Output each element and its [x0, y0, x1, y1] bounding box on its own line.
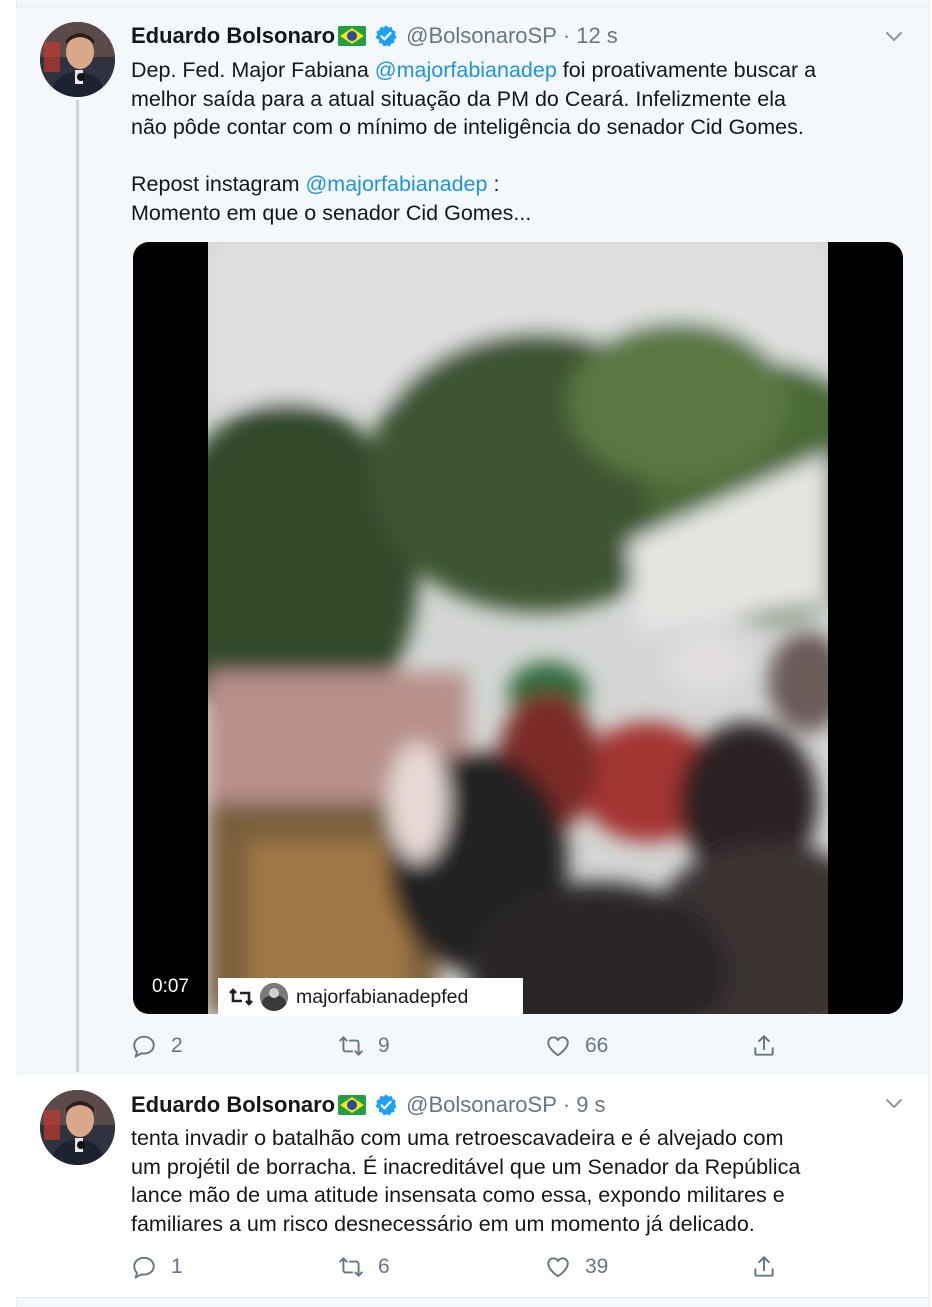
- tweet-header: Eduardo Bolsonaro @BolsonaroSP · 12 s: [131, 21, 618, 51]
- text-segment: Repost instagram: [131, 172, 306, 196]
- reply-button[interactable]: 1: [131, 1252, 183, 1282]
- tweet[interactable]: Eduardo Bolsonaro @BolsonaroSP · 12 s De…: [16, 8, 928, 1074]
- mention-link[interactable]: @majorfabianadep: [375, 58, 557, 82]
- share-icon: [754, 1035, 774, 1056]
- author-name[interactable]: Eduardo Bolsonaro: [131, 1092, 335, 1118]
- verified-badge-icon: [374, 24, 398, 48]
- heart-icon: [547, 1036, 569, 1057]
- text-line: melhor saída para a atual situação da PM…: [131, 86, 786, 111]
- chevron-down-icon[interactable]: [882, 1092, 906, 1116]
- reply-count: 1: [171, 1255, 183, 1278]
- reply-icon: [133, 1256, 155, 1280]
- tweet-timestamp[interactable]: 12 s: [576, 23, 618, 49]
- like-button[interactable]: 66: [545, 1031, 608, 1061]
- author-name[interactable]: Eduardo Bolsonaro: [131, 23, 335, 49]
- reply-icon: [133, 1035, 155, 1059]
- like-count: 39: [585, 1255, 609, 1278]
- tweet-header: Eduardo Bolsonaro @BolsonaroSP · 9 s: [131, 1090, 606, 1120]
- video-duration: 0:07: [144, 971, 197, 1003]
- tweet[interactable]: Eduardo Bolsonaro @BolsonaroSP · 9 s ten…: [16, 1075, 928, 1297]
- tweet-timestamp[interactable]: 9 s: [576, 1092, 605, 1118]
- avatar[interactable]: [40, 22, 115, 97]
- text-line: tenta invadir o batalhão com uma retroes…: [131, 1126, 784, 1150]
- like-button[interactable]: 39: [545, 1252, 608, 1282]
- separator-dot: ·: [562, 1092, 571, 1117]
- chevron-down-icon[interactable]: [882, 25, 906, 49]
- verified-badge-icon: [374, 1093, 398, 1117]
- text-segment: :: [487, 172, 500, 196]
- text-line: Momento em que o senador Cid Gomes...: [131, 200, 532, 225]
- text-segment: Dep. Fed. Major Fabiana: [131, 58, 375, 82]
- share-button[interactable]: [751, 1252, 791, 1282]
- retweet-button[interactable]: 9: [338, 1031, 390, 1061]
- share-button[interactable]: [751, 1031, 791, 1061]
- tweet-text: tenta invadir o batalhão com uma retroes…: [131, 1124, 911, 1238]
- divider: [16, 1297, 928, 1298]
- instagram-repost-watermark: majorfabianadepfed: [218, 978, 523, 1016]
- heart-icon: [547, 1257, 569, 1278]
- text-segment: foi proativamente buscar a: [556, 58, 817, 82]
- retweet-icon: [339, 1257, 363, 1277]
- like-count: 66: [585, 1034, 609, 1057]
- tweet-actions: 1 6 39: [131, 1252, 791, 1282]
- text-line: familiares a um risco desnecessário em u…: [131, 1211, 755, 1236]
- text-line: lance mão de uma atitude insensata como …: [131, 1183, 785, 1207]
- brazil-flag-icon: [338, 1095, 367, 1115]
- repost-icon: [229, 988, 253, 1006]
- watermark-username: majorfabianadepfed: [296, 985, 469, 1008]
- author-handle[interactable]: @BolsonaroSP: [406, 23, 557, 49]
- brazil-flag-icon: [338, 26, 367, 46]
- separator-dot: ·: [562, 23, 571, 48]
- share-icon: [754, 1256, 774, 1277]
- text-line: um projétil de borracha. É inacreditável…: [131, 1154, 801, 1179]
- avatar: [260, 983, 288, 1011]
- divider: [16, 6, 928, 7]
- retweet-button[interactable]: 6: [338, 1252, 390, 1282]
- tweet-actions: 2 9 66: [131, 1031, 791, 1061]
- tweet-text: Dep. Fed. Major Fabiana @majorfabianadep…: [131, 56, 911, 227]
- thread-connector: [76, 100, 79, 1072]
- reply-button[interactable]: 2: [131, 1031, 183, 1061]
- reply-count: 2: [171, 1034, 183, 1057]
- retweet-icon: [339, 1036, 363, 1056]
- text-line: não pôde contar com o mínimo de inteligê…: [131, 115, 804, 139]
- video-frame[interactable]: [208, 242, 828, 1014]
- author-handle[interactable]: @BolsonaroSP: [406, 1092, 557, 1118]
- video-player[interactable]: [133, 242, 903, 1014]
- retweet-count: 9: [378, 1034, 390, 1057]
- avatar[interactable]: [40, 1090, 115, 1165]
- retweet-count: 6: [378, 1255, 390, 1278]
- mention-link[interactable]: @majorfabianadep: [305, 172, 487, 196]
